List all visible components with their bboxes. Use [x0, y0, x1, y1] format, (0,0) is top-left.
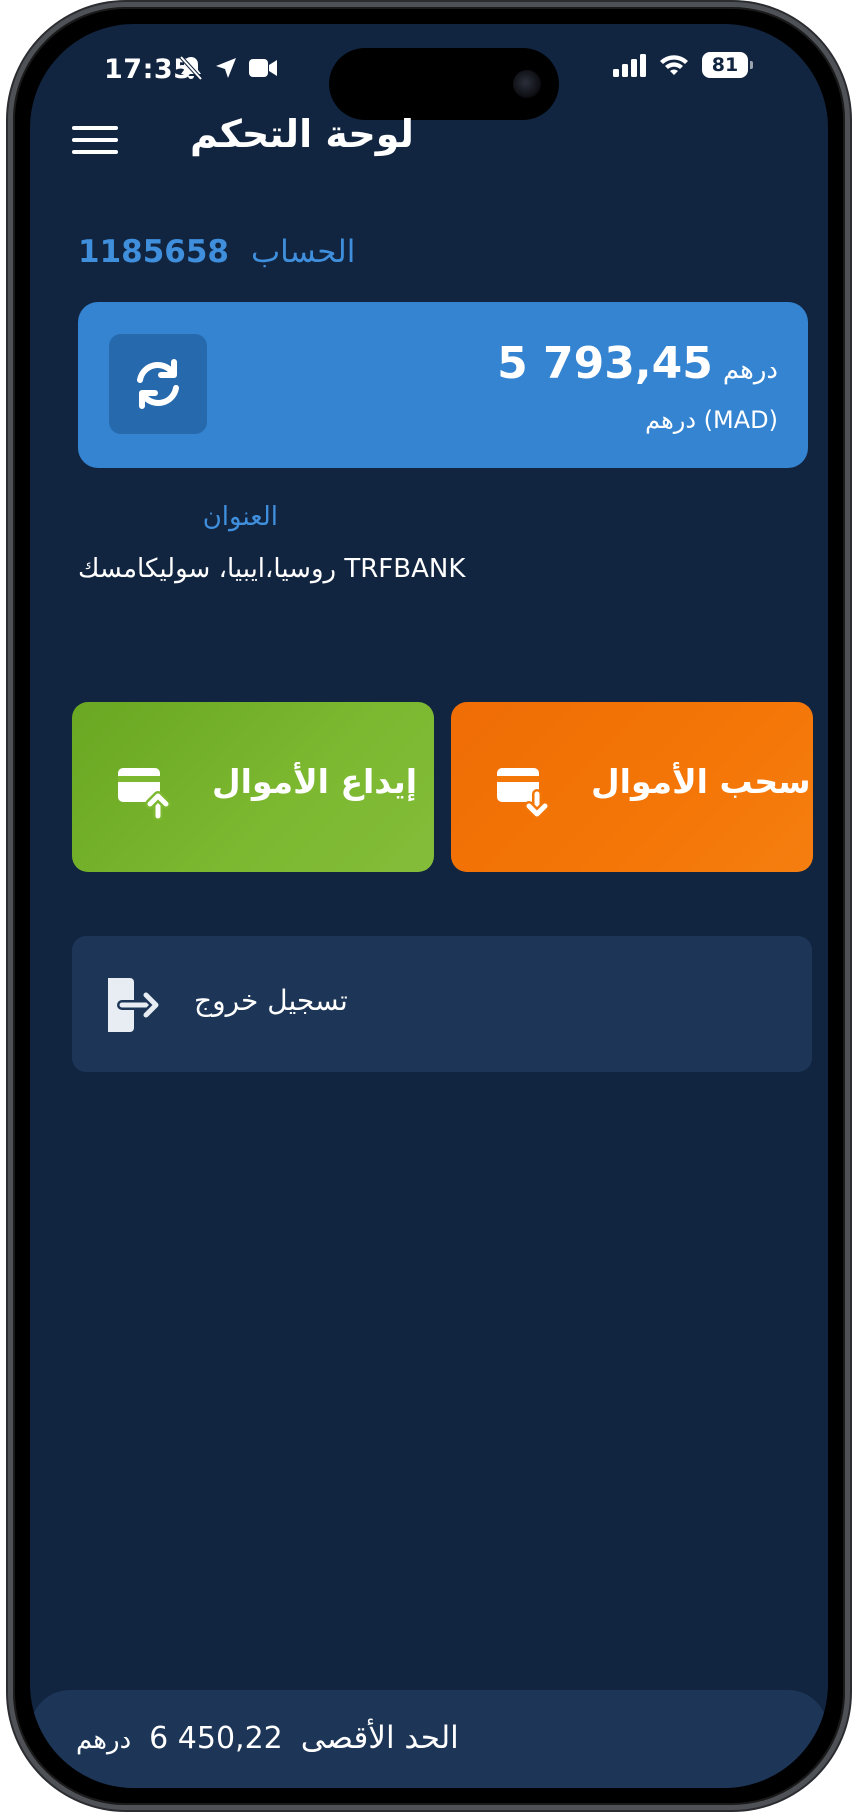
- account-row: الحساب 1185658: [78, 234, 355, 270]
- menu-line: [72, 150, 118, 154]
- address-value: TRFBANK روسيا،ايبيا، سوليكامسك: [78, 554, 466, 584]
- camera-icon: [513, 70, 541, 98]
- max-limit-amount: 6 450,22: [149, 1721, 283, 1756]
- video-camera-icon: [249, 59, 277, 77]
- balance-currency: درهم: [722, 355, 778, 385]
- bell-muted-icon: [179, 55, 203, 81]
- menu-line: [72, 138, 118, 142]
- status-icons-left: [178, 54, 278, 82]
- balance-unit: (MAD) درهم: [645, 406, 778, 434]
- logout-button[interactable]: تسجيل خروج: [72, 936, 812, 1072]
- battery-level: 81: [711, 54, 739, 76]
- app-screen: 17:35 81 لوحة التحكم الحساب 1185658 درهم…: [30, 24, 828, 1788]
- withdraw-label: سحب الأموال: [591, 762, 811, 801]
- hamburger-menu-button[interactable]: [72, 120, 118, 160]
- phone-frame: 17:35 81 لوحة التحكم الحساب 1185658 درهم…: [8, 2, 850, 1810]
- page-title: لوحة التحكم: [190, 112, 414, 156]
- balance-card: درهم 5 793,45 (MAD) درهم: [78, 302, 808, 468]
- balance-amount: درهم 5 793,45: [497, 338, 778, 389]
- location-arrow-icon: [216, 58, 236, 78]
- wifi-icon: [660, 55, 688, 75]
- max-limit-bar: الحد الأقصى 6 450,22 درهم: [30, 1690, 828, 1788]
- withdraw-funds-button[interactable]: سحب الأموال: [451, 702, 813, 872]
- battery-icon: 81: [702, 52, 753, 78]
- deposit-label: إيداع الأموال: [212, 762, 418, 801]
- max-limit-label: الحد الأقصى: [300, 1720, 459, 1756]
- max-limit-content: الحد الأقصى 6 450,22 درهم: [76, 1720, 459, 1756]
- card-download-icon: [497, 768, 550, 819]
- deposit-funds-button[interactable]: إيداع الأموال: [72, 702, 434, 872]
- max-limit-currency: درهم: [76, 1725, 132, 1755]
- refresh-button[interactable]: [109, 334, 207, 434]
- address-label: العنوان: [202, 502, 278, 532]
- balance-value: 5 793,45: [497, 338, 713, 389]
- account-number: 1185658: [78, 234, 229, 270]
- logout-icon: [108, 978, 161, 1032]
- menu-line: [72, 126, 118, 130]
- account-label: الحساب: [251, 234, 356, 270]
- refresh-icon: [137, 359, 179, 409]
- signal-icon: [613, 54, 646, 77]
- dynamic-island: [329, 48, 559, 120]
- status-icons-right: 81: [612, 52, 753, 78]
- logout-label: تسجيل خروج: [194, 984, 348, 1017]
- card-upload-icon: [118, 768, 171, 820]
